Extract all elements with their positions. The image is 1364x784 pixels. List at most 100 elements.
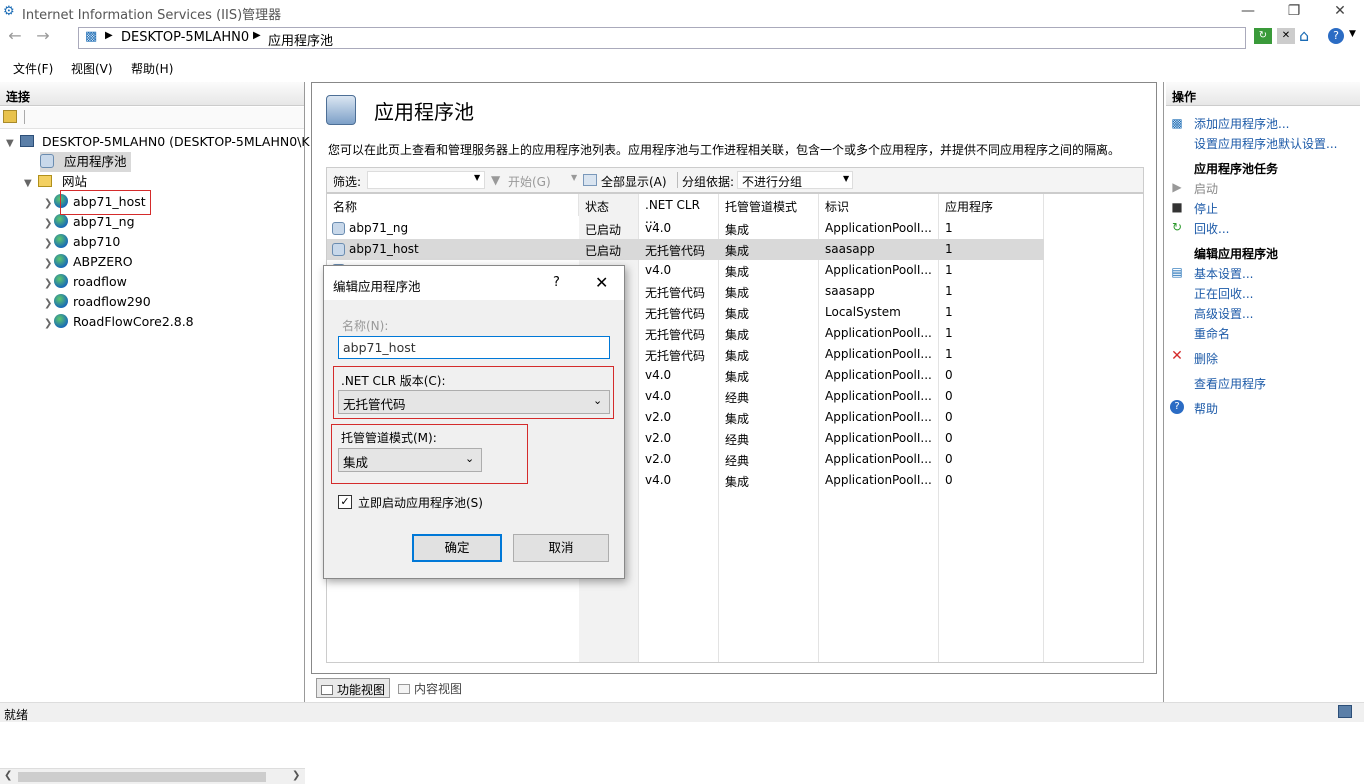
pipeline-mode-select[interactable]: 集成 ⌄ <box>338 448 482 472</box>
autostart-checkbox[interactable]: ✓ <box>338 495 352 509</box>
cell-apps: 1 <box>945 263 953 277</box>
minimize-button[interactable]: — <box>1225 0 1271 24</box>
menu-view[interactable]: 视图(V) <box>71 60 113 77</box>
cancel-button[interactable]: 取消 <box>513 534 609 562</box>
site-label: ABPZERO <box>73 254 133 269</box>
tree-site-item[interactable]: ❯ ABPZERO <box>44 252 133 272</box>
help-link[interactable]: 帮助 <box>1194 400 1218 417</box>
tree-sites-label: 网站 <box>61 174 87 189</box>
cell-mode: 经典 <box>725 433 750 447</box>
clr-version-select[interactable]: 无托管代码 ⌄ <box>338 390 610 414</box>
breadcrumb-app-pools[interactable]: 应用程序池 <box>268 30 333 49</box>
cell-identity: LocalSystem <box>825 305 901 319</box>
chevron-right-icon[interactable]: ❯ <box>44 274 54 294</box>
dialog-help-button[interactable]: ? <box>553 275 560 290</box>
connect-icon[interactable] <box>3 110 17 123</box>
cell-clr: v2.0 <box>645 431 672 445</box>
tree-site-item[interactable]: ❯ roadflow290 <box>44 292 151 312</box>
chevron-right-icon[interactable]: ❯ <box>44 234 54 254</box>
breadcrumb-server[interactable]: DESKTOP-5MLAHN0 <box>121 30 249 45</box>
stop-square-icon: ■ <box>1171 200 1183 214</box>
status-bar: 就绪 <box>0 702 1364 722</box>
table-row[interactable]: abp71_ng 已启动 v4.0 集成 ApplicationPoolI... 1 <box>327 218 1044 239</box>
cell-mode: 集成 <box>725 223 750 237</box>
column-header-clr[interactable]: .NET CLR ... <box>639 194 719 226</box>
tree-node-app-pools[interactable]: 应用程序池 <box>40 152 131 172</box>
tab-features-view[interactable]: 功能视图 <box>316 678 391 698</box>
menu-help[interactable]: 帮助(H) <box>131 60 173 77</box>
name-label: 名称(N): <box>342 319 389 333</box>
chevron-down-icon[interactable]: ▼ <box>24 174 34 194</box>
back-icon[interactable]: ← <box>4 26 26 48</box>
advanced-settings-link[interactable]: 高级设置... <box>1194 305 1253 322</box>
start-filter-button[interactable]: 开始(G) <box>508 173 551 190</box>
recycle-link[interactable]: 回收... <box>1194 220 1229 237</box>
cell-clr: v4.0 <box>645 368 672 382</box>
tree-node-sites[interactable]: ▼ 网站 <box>24 172 87 192</box>
dialog-close-button[interactable]: ✕ <box>595 273 608 292</box>
table-row[interactable]: abp71_host 已启动 无托管代码 集成 saasapp 1 <box>327 239 1044 260</box>
tab-content-view[interactable]: 内容视图 <box>394 678 466 698</box>
restore-button[interactable]: ❐ <box>1271 0 1317 24</box>
column-header-apps[interactable]: 应用程序 <box>939 194 1044 216</box>
chevron-down-icon[interactable]: ▼ <box>474 173 480 182</box>
server-icon: ▩ <box>85 29 98 44</box>
column-header-pipeline[interactable]: 托管管道模式 <box>719 194 819 216</box>
cell-apps: 0 <box>945 410 953 424</box>
tree-site-item[interactable]: ❯ abp71_ng <box>44 212 135 232</box>
show-all-button[interactable]: 全部显示(A) <box>601 173 667 190</box>
actions-header: 操作 <box>1166 82 1360 106</box>
globe-icon <box>54 234 68 248</box>
chevron-down-icon[interactable]: ▼ <box>843 174 849 183</box>
chevron-down-icon[interactable]: ▼ <box>6 134 16 154</box>
tree-node-server[interactable]: ▼ DESKTOP-5MLAHN0 (DESKTOP-5MLAHN0\K <box>6 132 310 152</box>
cell-clr: 无托管代码 <box>645 286 706 300</box>
scroll-right-icon[interactable]: ❯ <box>292 770 300 781</box>
help-icon[interactable]: ? <box>1328 28 1344 44</box>
chevron-down-icon[interactable]: ▼ <box>1349 29 1356 39</box>
recycling-link[interactable]: 正在回收... <box>1194 285 1253 302</box>
cell-apps: 1 <box>945 221 953 235</box>
column-header-status[interactable]: 状态 <box>579 194 639 216</box>
chevron-right-icon[interactable]: ❯ <box>44 214 54 234</box>
delete-link[interactable]: 删除 <box>1194 350 1218 367</box>
cell-identity: ApplicationPoolI... <box>825 326 932 340</box>
filter-input[interactable] <box>367 171 485 189</box>
cell-identity: ApplicationPoolI... <box>825 347 932 361</box>
tree-site-item[interactable]: ❯ roadflow <box>44 272 127 292</box>
globe-icon <box>54 314 68 328</box>
stop-icon[interactable]: ✕ <box>1277 28 1295 44</box>
chevron-down-icon[interactable]: ▼ <box>571 173 577 182</box>
name-field[interactable]: abp71_host <box>338 336 610 359</box>
tree-site-item[interactable]: ❯ abp710 <box>44 232 120 252</box>
dialog-titlebar: 编辑应用程序池 ? ✕ <box>324 266 624 300</box>
chevron-right-icon[interactable]: ❯ <box>44 314 54 334</box>
chevron-right-icon[interactable]: ❯ <box>44 254 54 274</box>
view-applications-link[interactable]: 查看应用程序 <box>1194 375 1266 392</box>
start-link[interactable]: 启动 <box>1194 180 1218 197</box>
add-app-pool-link[interactable]: 添加应用程序池... <box>1194 115 1289 132</box>
scroll-left-icon[interactable]: ❮ <box>4 770 12 781</box>
close-window-button[interactable]: ✕ <box>1317 0 1363 24</box>
menu-file[interactable]: 文件(F) <box>13 60 53 77</box>
group-by-select[interactable]: 不进行分组 <box>737 171 853 189</box>
rename-link[interactable]: 重命名 <box>1194 325 1230 342</box>
cell-status: 已启动 <box>585 223 622 237</box>
home-icon[interactable]: ⌂ <box>1299 26 1309 45</box>
view-tabs: 功能视图 内容视图 <box>316 676 716 700</box>
horizontal-scrollbar[interactable]: ❮ ❯ <box>0 768 305 784</box>
refresh-icon[interactable]: ↻ <box>1254 28 1272 44</box>
ok-button[interactable]: 确定 <box>412 534 502 562</box>
breadcrumb[interactable]: ▩ ▶ DESKTOP-5MLAHN0 ▶ 应用程序池 <box>78 27 1246 49</box>
chevron-right-icon[interactable]: ❯ <box>44 294 54 314</box>
basic-settings-link[interactable]: 基本设置... <box>1194 265 1253 282</box>
set-defaults-link[interactable]: 设置应用程序池默认设置... <box>1194 135 1337 152</box>
chevron-right-icon[interactable]: ❯ <box>44 194 54 214</box>
stop-link[interactable]: 停止 <box>1194 200 1218 217</box>
column-header-identity[interactable]: 标识 <box>819 194 939 216</box>
scrollbar-thumb[interactable] <box>18 772 266 782</box>
forward-icon[interactable]: → <box>32 26 54 48</box>
cell-mode: 集成 <box>725 349 750 363</box>
column-header-name[interactable]: 名称 <box>327 194 579 216</box>
tree-site-item[interactable]: ❯ RoadFlowCore2.8.8 <box>44 312 194 332</box>
